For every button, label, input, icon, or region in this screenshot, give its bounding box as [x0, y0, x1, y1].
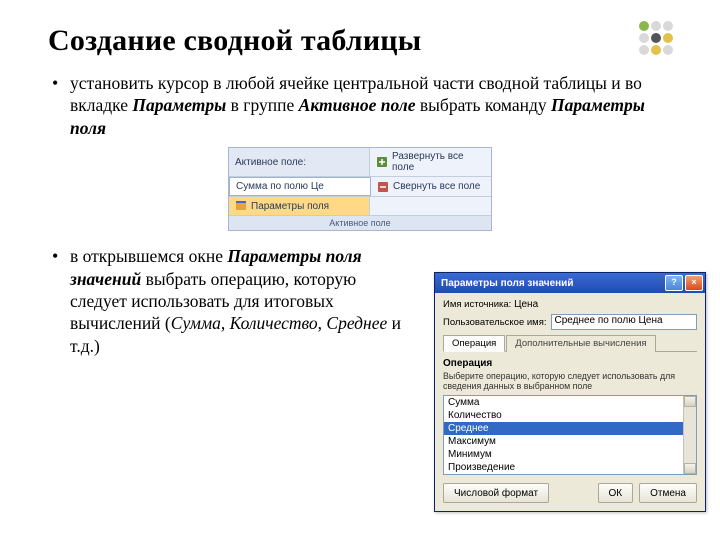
source-name-label: Имя источника: [443, 299, 511, 310]
operation-option[interactable]: Произведение [444, 461, 696, 474]
operation-option[interactable]: Минимум [444, 448, 696, 461]
ribbon-active-field-label: Активное поле: [229, 148, 370, 176]
operation-group-label: Операция [443, 358, 697, 369]
help-button[interactable]: ? [665, 275, 683, 291]
term-active-field: Активное поле [299, 95, 416, 115]
ribbon-group-label: Активное поле [229, 216, 491, 230]
number-format-button[interactable]: Числовой формат [443, 483, 549, 503]
operation-help-text: Выберите операцию, которую следует испол… [443, 371, 697, 391]
bullet-2: в открывшемся окне Параметры поля значен… [48, 245, 408, 357]
text: выбрать команду [416, 95, 552, 115]
text: в открывшемся окне [70, 246, 227, 266]
text: , [221, 313, 230, 333]
term-parameters: Параметры [132, 95, 226, 115]
ribbon-collapse-button[interactable]: Свернуть все поле [371, 177, 491, 196]
operation-option[interactable]: Сумма [444, 396, 696, 409]
bullet-1: установить курсор в любой ячейке централ… [48, 72, 680, 139]
value-field-settings-dialog: Параметры поля значений ? × Имя источник… [434, 272, 706, 512]
collapse-icon [377, 181, 389, 193]
cancel-button[interactable]: Отмена [639, 483, 697, 503]
example-count: Количество [230, 313, 318, 333]
expand-icon [376, 156, 388, 168]
text: в группе [226, 95, 298, 115]
text: Параметры поля [251, 201, 329, 212]
custom-name-label: Пользовательское имя: [443, 317, 547, 328]
text: Активное поле: [235, 157, 306, 168]
source-name-value: Цена [514, 299, 538, 310]
listbox-scrollbar[interactable] [683, 396, 696, 474]
dialog-title: Параметры поля значений [441, 278, 573, 289]
operation-option[interactable]: Максимум [444, 435, 696, 448]
operation-option[interactable]: Среднее [444, 422, 696, 435]
tab-operation[interactable]: Операция [443, 335, 505, 352]
dialog-tabs: Операция Дополнительные вычисления [443, 334, 697, 352]
slide-logo [636, 18, 696, 78]
text: Свернуть все поле [393, 181, 480, 192]
example-sum: Сумма [171, 313, 221, 333]
close-button[interactable]: × [685, 275, 703, 291]
custom-name-input[interactable]: Среднее по полю Цена [551, 314, 698, 330]
ribbon-empty [370, 197, 491, 215]
tab-additional[interactable]: Дополнительные вычисления [506, 335, 655, 352]
operation-listbox[interactable]: СуммаКоличествоСреднееМаксимумМинимумПро… [443, 395, 697, 475]
ribbon-field-name-input[interactable]: Сумма по полю Це [229, 177, 371, 196]
ribbon-field-settings-button[interactable]: Параметры поля [229, 197, 370, 215]
ribbon-expand-button[interactable]: Развернуть все поле [370, 148, 491, 176]
example-avg: Среднее [326, 313, 387, 333]
field-settings-icon [235, 200, 247, 212]
dialog-titlebar[interactable]: Параметры поля значений ? × [435, 273, 705, 293]
ribbon-snippet: Активное поле: Развернуть все поле Сумма… [228, 147, 492, 231]
ok-button[interactable]: ОК [598, 483, 634, 503]
operation-option[interactable]: Количество [444, 409, 696, 422]
text: Сумма по полю Це [236, 181, 324, 192]
slide-title: Создание сводной таблицы [48, 24, 680, 58]
text: Развернуть все поле [392, 151, 485, 173]
